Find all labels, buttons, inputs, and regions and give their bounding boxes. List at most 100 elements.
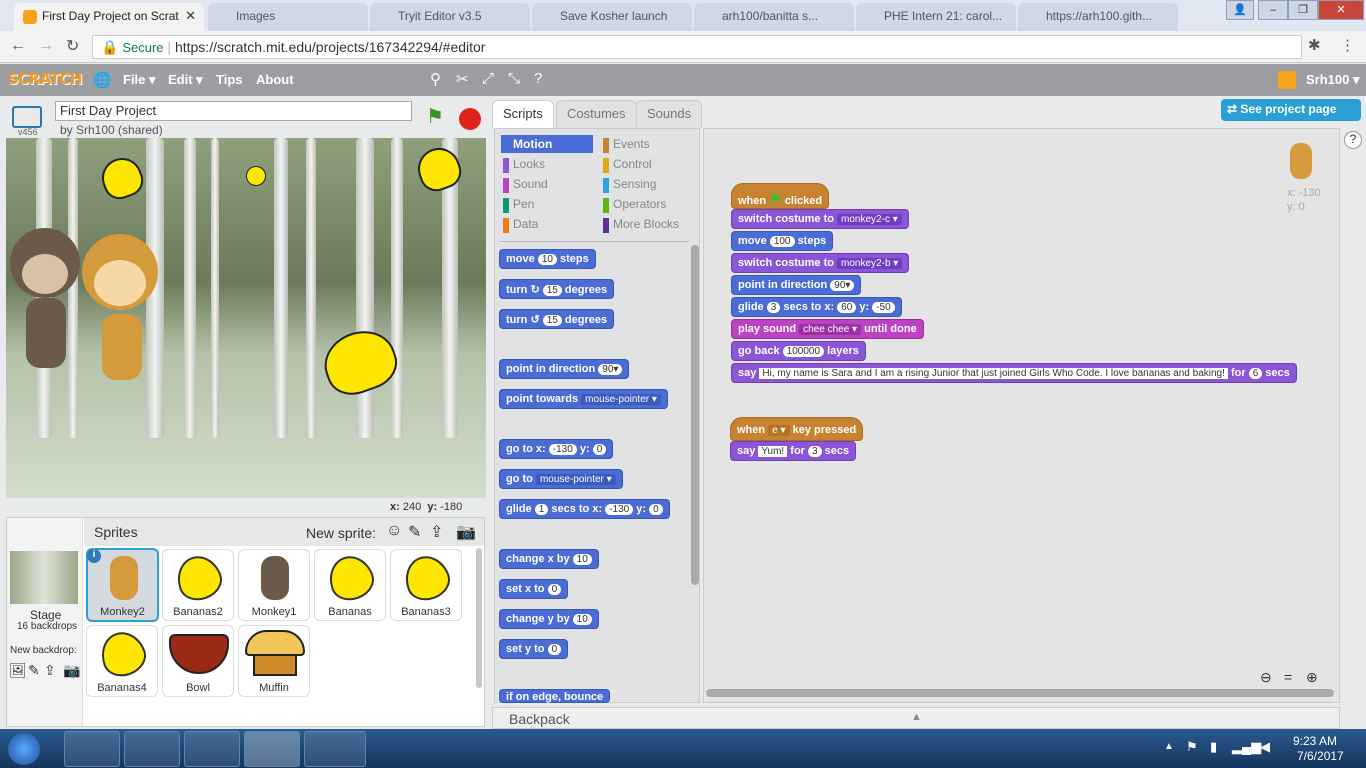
sprite-tile-bananas[interactable]: Bananas	[314, 549, 386, 621]
scratch-logo[interactable]: SCRATCH	[8, 70, 83, 88]
tab-save[interactable]: Save Kosher launch	[532, 3, 692, 31]
block-set-x[interactable]: set x to 0	[499, 579, 569, 599]
stage-canvas[interactable]	[6, 138, 486, 498]
menu-about[interactable]: About	[256, 72, 294, 87]
block-point-direction-90[interactable]: point in direction 90▾	[731, 275, 862, 295]
url-bar[interactable]: 🔒 Secure | https://scratch.mit.edu/proje…	[92, 35, 1302, 59]
block-when-flag-clicked[interactable]: when ⚑ clicked	[731, 183, 830, 209]
block-change-x[interactable]: change x by 10	[499, 549, 599, 569]
sprite-library-icon[interactable]: ☺	[386, 522, 402, 540]
minimize-button[interactable]: –	[1258, 0, 1288, 20]
tab-github[interactable]: arh100/banitta s...	[694, 3, 854, 31]
block-glide-3[interactable]: glide 3 secs to x: 60 y: -50	[731, 297, 902, 317]
duplicate-stamp-icon[interactable]: ⚲	[430, 70, 441, 88]
tab-images[interactable]: Images	[208, 3, 368, 31]
menu-file[interactable]: File ▾	[123, 72, 156, 88]
tab-intern[interactable]: PHE Intern 21: carol...	[856, 3, 1016, 31]
user-menu[interactable]: Srh100 ▾	[1306, 72, 1360, 88]
block-point-towards[interactable]: point towards mouse-pointer ▾	[499, 389, 668, 409]
sprite-tile-bowl[interactable]: Bowl	[162, 625, 234, 697]
sprite-tile-monkey1[interactable]: Monkey1	[238, 549, 310, 621]
backdrop-camera-icon[interactable]: 📷	[63, 662, 80, 679]
forward-icon[interactable]: →	[38, 37, 54, 55]
sprite-tile-bananas4[interactable]: Bananas4	[86, 625, 158, 697]
fullscreen-icon[interactable]	[12, 106, 42, 128]
category-looks[interactable]: Looks	[503, 157, 545, 171]
say-text-input[interactable]: Hi, my name is Sara and I am a rising Ju…	[759, 368, 1228, 379]
network-icon[interactable]: ▂▄▆	[1232, 739, 1261, 755]
action-center-icon[interactable]: ⚑	[1186, 739, 1198, 755]
block-say-intro[interactable]: say Hi, my name is Sara and I am a risin…	[731, 363, 1297, 383]
backdrop-library-icon[interactable]: 🖼	[9, 662, 27, 679]
category-control[interactable]: Control	[603, 157, 652, 171]
block-glide[interactable]: glide 1 secs to x: -130 y: 0	[499, 499, 670, 519]
user-avatar[interactable]	[1278, 71, 1296, 89]
see-project-page-button[interactable]: ⇄ See project page	[1221, 99, 1361, 121]
sprite-tile-bananas3[interactable]: Bananas3	[390, 549, 462, 621]
category-sound[interactable]: Sound	[503, 177, 548, 191]
block-bounce[interactable]: if on edge, bounce	[499, 689, 611, 703]
volume-icon[interactable]: ◀	[1260, 739, 1270, 755]
help-icon[interactable]: ?	[534, 70, 542, 87]
sprite-upload-icon[interactable]: ⇪	[430, 522, 443, 542]
tab-tryit[interactable]: Tryit Editor v3.5	[370, 3, 530, 31]
block-set-y[interactable]: set y to 0	[499, 639, 569, 659]
zoom-out-icon[interactable]: ⊖	[1260, 669, 1272, 686]
palette-scrollbar[interactable]	[691, 245, 699, 585]
script-area-hscrollbar[interactable]	[706, 689, 1334, 697]
sprite-tile-monkey2[interactable]: i Monkey2	[86, 548, 159, 622]
tab-sounds[interactable]: Sounds	[636, 100, 703, 128]
block-move-100[interactable]: move 100 steps	[731, 231, 834, 251]
menu-kebab-icon[interactable]: ⋮	[1340, 36, 1355, 54]
block-change-y[interactable]: change y by 10	[499, 609, 599, 629]
sprite-paint-icon[interactable]: ✎	[408, 522, 421, 542]
sprite-pane-scrollbar[interactable]	[476, 548, 482, 688]
profile-icon[interactable]: 👤	[1226, 0, 1254, 20]
block-turn-right[interactable]: turn ↻ 15 degrees	[499, 279, 615, 299]
category-motion[interactable]: Motion	[503, 137, 552, 151]
bananas2-sprite[interactable]	[243, 163, 269, 189]
grow-icon[interactable]: ⤢	[482, 70, 494, 87]
stop-sign-icon[interactable]	[459, 108, 481, 130]
block-play-sound[interactable]: play sound chee chee ▾ until done	[731, 319, 924, 339]
delete-scissors-icon[interactable]: ✂	[456, 70, 469, 88]
media-player-taskbar-icon[interactable]	[184, 731, 240, 767]
block-turn-left[interactable]: turn ↺ 15 degrees	[499, 309, 615, 329]
menu-edit[interactable]: Edit ▾	[168, 72, 203, 88]
backpack-bar[interactable]: Backpack ▲	[492, 707, 1340, 729]
clock-date[interactable]: 7/6/2017	[1297, 749, 1344, 763]
ie-taskbar-icon[interactable]	[64, 731, 120, 767]
monkey1-sprite[interactable]	[6, 228, 86, 378]
backdrop-paint-icon[interactable]: ✎	[28, 662, 40, 679]
monkey2-sprite[interactable]	[78, 234, 168, 384]
help-tips-icon[interactable]: ?	[1344, 131, 1362, 149]
block-say-yum[interactable]: say Yum! for 3 secs	[730, 441, 857, 461]
category-operators[interactable]: Operators	[603, 197, 666, 211]
stage-thumbnail[interactable]	[10, 551, 78, 604]
say-yum-input[interactable]: Yum!	[758, 446, 788, 457]
sprite-info-icon[interactable]: i	[87, 549, 101, 563]
menu-tips[interactable]: Tips	[216, 72, 243, 87]
reload-icon[interactable]: ↻	[66, 36, 79, 56]
clock-time[interactable]: 9:23 AM	[1293, 734, 1337, 748]
tab-scratch[interactable]: First Day Project on Scrat ✕	[14, 3, 204, 31]
category-sensing[interactable]: Sensing	[603, 177, 656, 191]
tab-costumes[interactable]: Costumes	[556, 100, 637, 128]
sprite-tile-bananas2[interactable]: Bananas2	[162, 549, 234, 621]
zoom-in-icon[interactable]: ⊕	[1306, 669, 1318, 686]
close-window-button[interactable]: ✕	[1318, 0, 1364, 20]
close-tab-icon[interactable]: ✕	[185, 8, 196, 24]
battery-icon[interactable]: ▮	[1210, 739, 1217, 755]
backdrop-upload-icon[interactable]: ⇪	[44, 662, 56, 679]
bananas-sprite[interactable]	[96, 152, 148, 204]
category-events[interactable]: Events	[603, 137, 650, 151]
chrome-taskbar-icon[interactable]	[244, 731, 300, 767]
project-title-input[interactable]: First Day Project	[55, 101, 412, 121]
maximize-button[interactable]: ❐	[1288, 0, 1318, 20]
tray-expand-icon[interactable]: ▲	[1164, 741, 1174, 752]
back-icon[interactable]: ←	[10, 37, 26, 55]
green-flag-icon[interactable]: ⚑	[426, 104, 444, 129]
zoom-reset-icon[interactable]: =	[1284, 669, 1292, 685]
tab-scripts[interactable]: Scripts	[492, 100, 554, 128]
tab-github-io[interactable]: https://arh100.gith...	[1018, 3, 1178, 31]
